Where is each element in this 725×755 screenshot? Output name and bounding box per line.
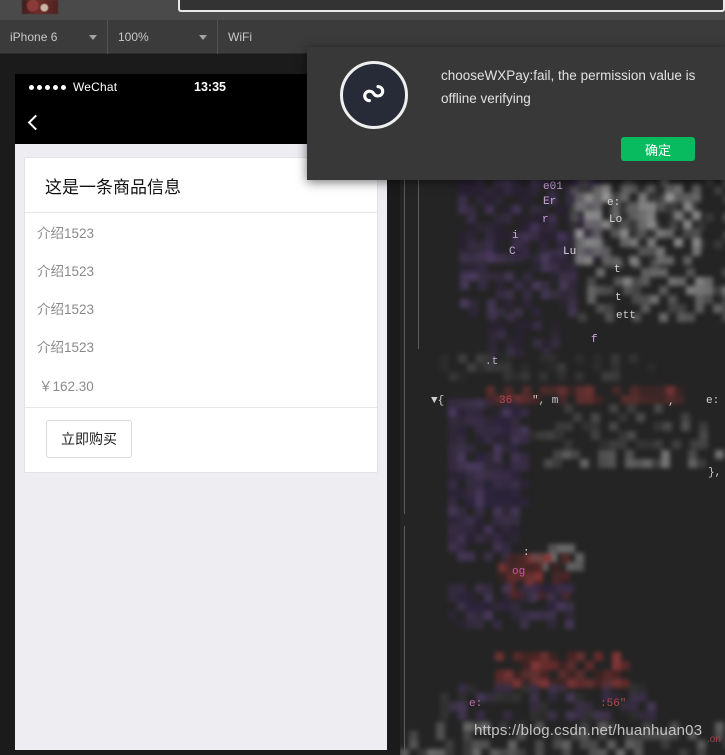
network-select-value: WiFi	[228, 30, 252, 44]
back-chevron-icon[interactable]	[27, 114, 44, 130]
chevron-down-icon	[199, 34, 207, 40]
product-price: ￥162.30	[39, 379, 94, 394]
console-code-fragment: C	[509, 246, 516, 258]
product-desc-row: 介绍1523	[37, 226, 95, 241]
product-desc-row: 介绍1523	[37, 340, 95, 355]
buy-now-button[interactable]: 立即购买	[46, 420, 132, 458]
confirm-button[interactable]: 确定	[621, 137, 695, 161]
console-code-fragment: e:	[706, 395, 720, 407]
product-card: 这是一条商品信息 介绍1523 介绍1523 介绍1523 介绍1523 ￥16…	[24, 157, 378, 473]
console-code-fragment: ", m	[532, 395, 559, 407]
console-code-fragment: Er	[543, 196, 557, 208]
console-code-fragment: e:	[607, 197, 621, 209]
product-desc-row: 介绍1523	[37, 302, 95, 317]
top-strip	[0, 0, 725, 20]
console-code-fragment: Lo	[609, 214, 623, 226]
device-select[interactable]: iPhone 6	[0, 20, 108, 54]
top-editor-panel	[178, 0, 725, 12]
zoom-select-value: 100%	[118, 30, 149, 44]
zoom-select[interactable]: 100%	[108, 20, 218, 54]
console-code-fragment: og	[512, 566, 526, 578]
indent-guide	[404, 174, 405, 514]
indent-guide	[418, 174, 419, 349]
device-select-value: iPhone 6	[10, 30, 58, 44]
console-code-fragment: r	[542, 214, 549, 226]
console-code-fragment: ett	[616, 310, 636, 322]
console-code-fragment: e01	[543, 181, 563, 193]
product-card-footer: 立即购买	[25, 407, 377, 472]
console-code-fragment: t	[614, 264, 621, 276]
console-code-fragment: .t	[485, 356, 499, 368]
app-root: iPhone 6 100% WiFi WeChat 13:35 这是一条商品信息…	[0, 0, 725, 755]
console-code-fragment: ▼{	[431, 395, 445, 407]
watermark-url: https://blog.csdn.net/huanhuan03	[474, 722, 703, 739]
thumbnail-preview	[22, 0, 58, 14]
chevron-down-icon	[89, 34, 97, 40]
console-code-fragment: Lu	[563, 246, 577, 258]
console-code-fragment: ,	[668, 396, 675, 408]
console-code-fragment: 36	[499, 395, 513, 407]
dialog-message: chooseWXPay:fail, the permission value i…	[441, 68, 696, 106]
wechat-miniprogram-logo-icon	[340, 61, 408, 129]
console-code-fragment: i	[512, 230, 519, 242]
console-code-fragment: e:	[469, 698, 483, 710]
console-code-fragment: :	[523, 547, 530, 559]
watermark-tail: .on	[707, 734, 721, 745]
console-code-fragment: },	[708, 467, 722, 479]
network-select[interactable]: WiFi	[218, 20, 310, 54]
console-code-fragment: f	[591, 334, 598, 346]
product-desc-row: 介绍1523	[37, 264, 95, 279]
console-code-fragment: t	[615, 292, 622, 304]
indent-guide	[404, 526, 405, 751]
console-code-fragment: :56"	[600, 698, 627, 710]
